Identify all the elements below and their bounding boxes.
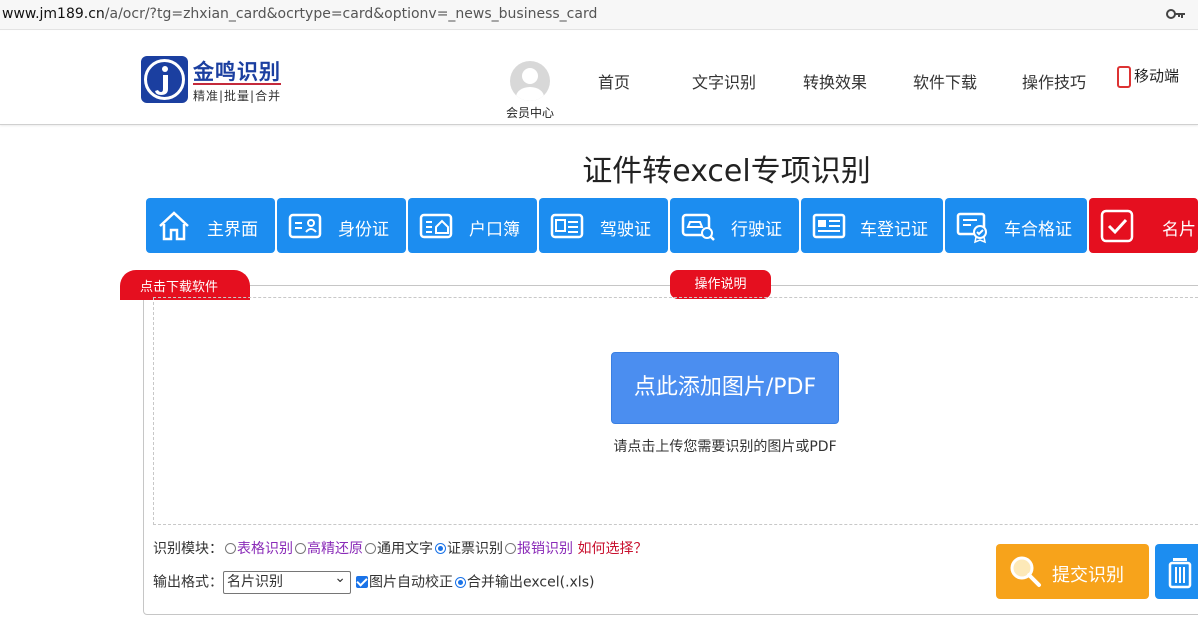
tab-driver-license[interactable]: 驾驶证	[539, 198, 668, 253]
driver-license-icon	[550, 213, 584, 239]
module-high-precision-label[interactable]: 高精还原	[307, 541, 363, 557]
radio-certificate[interactable]	[435, 543, 446, 554]
tab-label: 驾驶证	[600, 220, 651, 240]
vehicle-license-icon	[681, 213, 715, 241]
nav-mobile[interactable]: 移动端	[1117, 65, 1192, 88]
module-general-text-label[interactable]: 通用文字	[377, 541, 433, 557]
tab-business-card[interactable]: 名片	[1089, 198, 1198, 253]
household-book-icon	[419, 213, 453, 239]
tab-id-card[interactable]: 身份证	[277, 198, 406, 253]
how-to-choose-link[interactable]: 如何选择？	[577, 541, 647, 557]
url-host: www.jm189.cn	[2, 6, 105, 22]
url-path: /a/ocr/?tg=zhxian_card&ocrtype=card&opti…	[104, 6, 598, 22]
tab-label: 车登记证	[860, 220, 928, 240]
radio-table[interactable]	[225, 543, 236, 554]
output-format-label: 输出格式：	[153, 574, 223, 591]
radio-high-precision[interactable]	[295, 543, 306, 554]
submit-label: 提交识别	[1052, 565, 1124, 586]
member-center[interactable]: 会员中心	[503, 61, 557, 121]
tab-label: 户口簿	[469, 220, 520, 240]
tab-vehicle-license[interactable]: 行驶证	[670, 198, 799, 253]
home-icon	[159, 211, 189, 241]
module-certificate-label[interactable]: 证票识别	[447, 541, 503, 557]
logo-slogan: 精准|批量|合并	[193, 83, 282, 104]
logo-badge-icon	[141, 56, 188, 103]
browser-url-bar[interactable]: www.jm189.cn/a/ocr/?tg=zhxian_card&ocrty…	[0, 0, 1198, 30]
vehicle-registration-icon	[812, 213, 846, 239]
output-format-select[interactable]: 名片识别	[223, 568, 351, 594]
id-card-icon	[288, 213, 322, 239]
url-text[interactable]: www.jm189.cn/a/ocr/?tg=zhxian_card&ocrty…	[2, 0, 597, 28]
upload-hint: 请点击上传您需要识别的图片或PDF	[613, 439, 837, 455]
add-file-button[interactable]: 点此添加图片/PDF	[611, 352, 839, 424]
trash-icon	[1168, 558, 1192, 589]
site-logo[interactable]: 金鸣识别 精准|批量|合并	[141, 56, 301, 104]
mobile-phone-icon	[1117, 65, 1131, 88]
merge-output-label[interactable]: 合并输出excel(.xls)	[467, 575, 594, 591]
tab-vehicle-registration[interactable]: 车登记证	[801, 198, 943, 253]
magnifier-icon	[1010, 556, 1041, 587]
page-title: 证件转excel专项识别	[582, 154, 871, 189]
radio-general-text[interactable]	[365, 543, 376, 554]
submit-button[interactable]: 提交识别	[996, 544, 1149, 599]
member-center-label[interactable]: 会员中心	[503, 104, 557, 121]
nav-tips[interactable]: 操作技巧	[1022, 69, 1086, 93]
output-format-value: 名片识别	[227, 574, 283, 590]
download-software-link[interactable]: 点击下载软件	[120, 270, 250, 300]
nav-conversion-results[interactable]: 转换效果	[803, 69, 867, 93]
tab-label: 名片	[1162, 220, 1196, 240]
tab-home[interactable]: 主界面	[146, 198, 275, 253]
auto-correct-label[interactable]: 图片自动校正	[369, 575, 453, 591]
tab-label: 车合格证	[1004, 220, 1072, 240]
nav-mobile-label: 移动端	[1134, 67, 1180, 85]
nav-text-recognition[interactable]: 文字识别	[692, 69, 756, 93]
module-table-label[interactable]: 表格识别	[237, 541, 293, 557]
instructions-button[interactable]: 操作说明	[670, 270, 771, 299]
radio-reimbursement[interactable]	[505, 543, 516, 554]
nav-software-download[interactable]: 软件下载	[913, 69, 977, 93]
site-header: 金鸣识别 精准|批量|合并 会员中心 首页 文字识别 转换效果 软件下载 操作技…	[0, 31, 1198, 125]
module-reimbursement-label[interactable]: 报销识别	[517, 541, 573, 557]
tab-label: 行驶证	[731, 220, 782, 240]
output-format-row: 输出格式：名片识别 图片自动校正合并输出excel(.xls)	[153, 568, 594, 594]
logo-title: 金鸣识别	[193, 60, 281, 84]
module-label: 识别模块：	[153, 541, 223, 557]
clear-button[interactable]	[1155, 544, 1198, 599]
tab-household-book[interactable]: 户口簿	[408, 198, 537, 253]
key-icon[interactable]	[1166, 8, 1186, 20]
nav-home[interactable]: 首页	[598, 69, 630, 93]
avatar[interactable]	[510, 61, 550, 101]
auto-correct-checkbox[interactable]	[356, 575, 368, 588]
tab-label: 主界面	[207, 220, 258, 240]
merge-output-radio[interactable]	[455, 576, 466, 588]
tab-vehicle-certificate[interactable]: 车合格证	[945, 198, 1087, 253]
tab-label: 身份证	[338, 220, 389, 240]
checkmark-icon	[1100, 209, 1134, 243]
recognition-module-row: 识别模块： 表格识别 高精还原 通用文字 证票识别 报销识别 如何选择？	[153, 538, 647, 558]
vehicle-certificate-icon	[956, 212, 987, 244]
